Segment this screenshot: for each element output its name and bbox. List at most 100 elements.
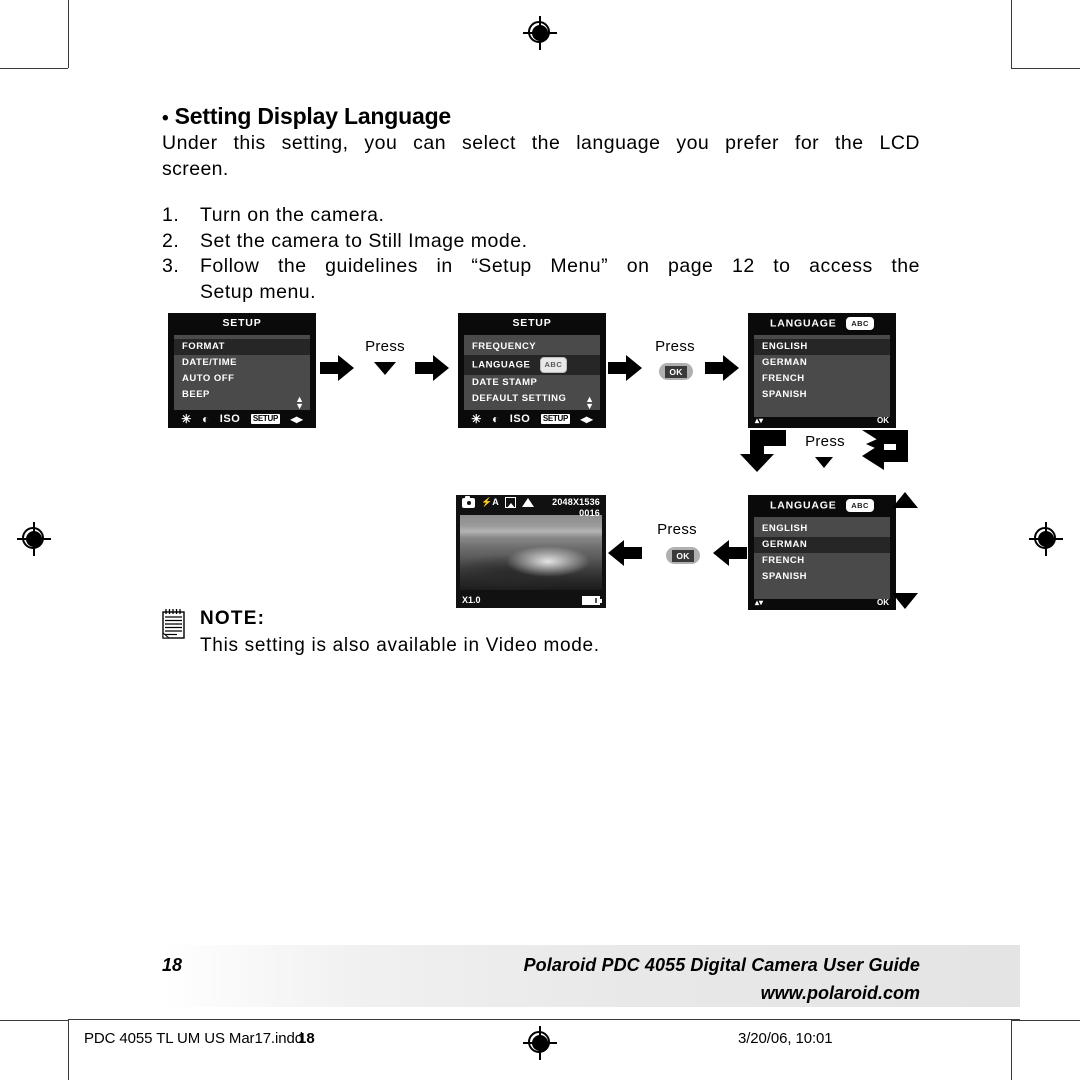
list-item: 2. Set the camera to Still Image mode. <box>162 229 920 255</box>
scroll-arrows-icon[interactable]: ▲ ▼ <box>295 395 304 411</box>
lcd-menu-list: FORMAT DATE/TIME AUTO OFF BEEP ▲ ▼ <box>174 335 310 416</box>
steps-list: 1. Turn on the camera. 2. Set the camera… <box>162 203 920 305</box>
contrast-icon[interactable]: ◐ <box>492 413 499 425</box>
down-arrow-icon[interactable] <box>374 362 396 375</box>
iso-tab[interactable]: ISO <box>220 413 240 425</box>
brightness-icon[interactable]: ✳ <box>471 413 481 425</box>
menu-item-frequency[interactable]: FREQUENCY <box>464 339 600 355</box>
up-down-arrows-icon[interactable]: ▴▾ <box>755 416 763 425</box>
crop-mark-top-right <box>1010 0 1080 70</box>
ok-button-label: OK <box>665 365 687 378</box>
preview-bottom-osd: X1.0 <box>462 595 602 605</box>
down-arrow-icon[interactable] <box>815 457 833 468</box>
menu-item-default-setting[interactable]: DEFAULT SETTING <box>464 391 600 407</box>
step-text-line-1: Follow the guidelines in “Setup Menu” on… <box>200 255 920 277</box>
ok-hint-label[interactable]: OK <box>877 416 889 425</box>
flow-arrow-elbow-left <box>740 430 786 472</box>
menu-item-english[interactable]: ENGLISH <box>754 339 890 355</box>
brightness-icon[interactable]: ✳ <box>181 413 191 425</box>
flow-arrow-elbow-right <box>862 430 908 470</box>
preview-photo <box>460 515 602 590</box>
step-number: 3. <box>162 255 180 277</box>
flow-arrow-right <box>415 355 449 381</box>
menu-item-spanish[interactable]: SPANISH <box>754 387 890 403</box>
lcd-tab-bar: ✳ ◐ ISO SETUP ◂▸ <box>168 410 316 428</box>
press-label-1: Press <box>365 338 405 355</box>
crop-mark-bottom-left <box>0 1020 70 1080</box>
left-right-arrows-icon[interactable]: ◂▸ <box>291 413 303 425</box>
step-text: Set the camera to Still Image mode. <box>200 229 528 252</box>
menu-item-german[interactable]: GERMAN <box>754 355 890 371</box>
note-label: NOTE: <box>200 608 266 629</box>
scroll-arrows-icon[interactable]: ▲ ▼ <box>585 395 594 411</box>
crop-mark-top-left <box>0 0 70 70</box>
production-timestamp: 3/20/06, 10:01 <box>738 1030 833 1047</box>
iso-tab[interactable]: ISO <box>510 413 530 425</box>
flow-arrow-left <box>608 540 642 566</box>
menu-item-french[interactable]: FRENCH <box>754 553 890 569</box>
zoom-level-label: X1.0 <box>462 595 481 605</box>
menu-item-auto-off[interactable]: AUTO OFF <box>174 371 310 387</box>
lcd-footer-bar: ▴▾ OK <box>748 412 896 428</box>
left-right-arrows-icon[interactable]: ◂▸ <box>581 413 593 425</box>
footer-title: Polaroid PDC 4055 Digital Camera User Gu… <box>523 955 920 975</box>
footer-url[interactable]: www.polaroid.com <box>761 983 920 1004</box>
page-title-text: Setting Display Language <box>174 103 452 129</box>
menu-item-french[interactable]: FRENCH <box>754 371 890 387</box>
lcd-screen-setup-2: SETUP FREQUENCY LANGUAGE ABC DATE STAMP … <box>458 313 606 428</box>
abc-chip-icon: ABC <box>846 499 874 512</box>
ok-hint-label[interactable]: OK <box>877 598 889 607</box>
list-item: 3. Follow the guidelines in “Setup Menu”… <box>162 254 920 305</box>
up-down-arrows-icon[interactable]: ▴▾ <box>755 598 763 607</box>
flow-arrow-right <box>608 355 642 381</box>
lcd-menu-list: ENGLISH GERMAN FRENCH SPANISH <box>754 517 890 599</box>
press-label-4: Press <box>657 521 697 538</box>
setup-tab[interactable]: SETUP <box>540 414 571 424</box>
flash-auto-icon: ⚡A <box>481 497 499 507</box>
page-number: 18 <box>162 955 183 975</box>
footer-divider <box>68 1019 1020 1020</box>
ok-button[interactable]: OK <box>666 547 700 564</box>
registration-mark-icon <box>1029 522 1063 556</box>
page-title: • Setting Display Language <box>162 103 451 130</box>
registration-mark-icon <box>17 522 51 556</box>
camera-mode-icon <box>462 495 475 508</box>
lcd-menu-list: FREQUENCY LANGUAGE ABC DATE STAMP DEFAUL… <box>464 335 600 416</box>
resolution-label: 2048X1536 <box>552 497 600 507</box>
note-pad-icon <box>162 609 185 639</box>
step-text-line-2: Setup menu. <box>200 280 317 303</box>
lcd-tab-bar: ✳ ◐ ISO SETUP ◂▸ <box>458 410 606 428</box>
list-item: 1. Turn on the camera. <box>162 203 920 229</box>
menu-item-spanish[interactable]: SPANISH <box>754 569 890 585</box>
step-number: 2. <box>162 229 180 252</box>
lcd-title-text: LANGUAGE <box>770 317 837 330</box>
menu-item-beep[interactable]: BEEP <box>174 387 310 403</box>
flow-arrow-left <box>713 540 747 566</box>
note-text: This setting is also available in Video … <box>200 635 600 656</box>
step-text: Turn on the camera. <box>200 204 385 226</box>
menu-item-date-stamp[interactable]: DATE STAMP <box>464 375 600 391</box>
lcd-screen-setup-1: SETUP FORMAT DATE/TIME AUTO OFF BEEP ▲ ▼ … <box>168 313 316 428</box>
lcd-title: LANGUAGE ABC <box>748 313 896 333</box>
menu-item-german[interactable]: GERMAN <box>754 537 890 553</box>
lcd-screen-preview: ⚡A 2048X1536 0016 X1.0 <box>456 495 606 608</box>
ok-button[interactable]: OK <box>659 363 693 380</box>
crop-mark-bottom-right <box>1010 1020 1080 1080</box>
scroll-up-arrow-icon[interactable] <box>892 492 918 508</box>
production-page-stamp: 18 <box>298 1030 315 1047</box>
lcd-title: SETUP <box>222 317 262 329</box>
contrast-icon[interactable]: ◐ <box>202 413 209 425</box>
setup-tab[interactable]: SETUP <box>250 414 281 424</box>
lcd-screen-language-1: LANGUAGE ABC ENGLISH GERMAN FRENCH SPANI… <box>748 313 896 428</box>
menu-item-english[interactable]: ENGLISH <box>754 521 890 537</box>
bullet-icon: • <box>162 108 169 129</box>
production-filename: PDC 4055 TL UM US Mar17.indd <box>84 1030 303 1047</box>
menu-item-date-time[interactable]: DATE/TIME <box>174 355 310 371</box>
macro-landscape-icon <box>521 498 534 507</box>
registration-mark-icon <box>523 16 557 50</box>
flow-arrow-right <box>320 355 354 381</box>
registration-mark-icon <box>523 1026 557 1060</box>
scroll-down-arrow-icon[interactable] <box>892 593 918 609</box>
menu-item-language[interactable]: LANGUAGE ABC <box>464 355 600 375</box>
menu-item-format[interactable]: FORMAT <box>174 339 310 355</box>
